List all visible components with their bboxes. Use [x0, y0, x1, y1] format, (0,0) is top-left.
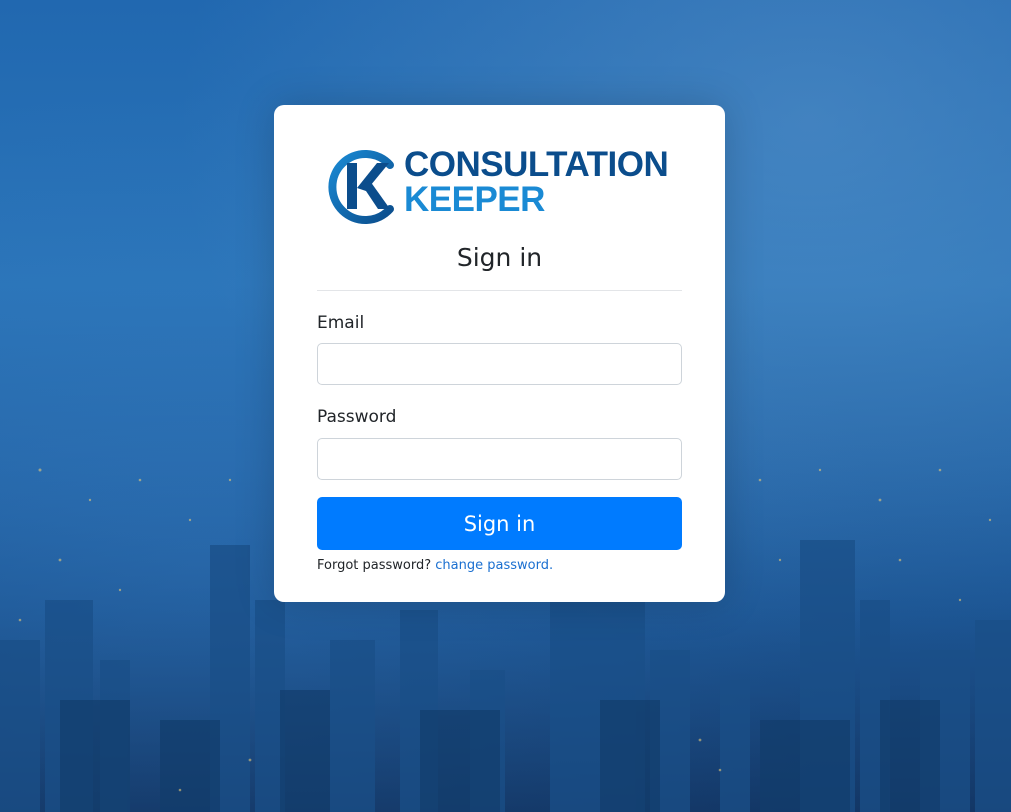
- password-label: Password: [317, 407, 397, 427]
- logo-k-icon: [328, 150, 394, 224]
- sign-in-button[interactable]: Sign in: [317, 497, 682, 550]
- logo-text-consultation: CONSULTATION: [404, 145, 669, 184]
- page-title: Sign in: [456, 243, 543, 272]
- change-password-link[interactable]: change password.: [435, 558, 553, 573]
- password-field[interactable]: [317, 438, 682, 480]
- sign-in-card: CONSULTATION KEEPER Sign in Email Passwo…: [274, 105, 725, 602]
- logo-text-keeper: KEEPER: [404, 180, 545, 219]
- divider: [317, 290, 682, 291]
- email-label: Email: [317, 313, 365, 333]
- email-field[interactable]: [317, 343, 682, 385]
- consultation-keeper-logo: CONSULTATION KEEPER: [324, 145, 676, 227]
- forgot-password-text: Forgot password?: [317, 558, 432, 573]
- forgot-password-row: Forgot password? change password.: [317, 558, 553, 573]
